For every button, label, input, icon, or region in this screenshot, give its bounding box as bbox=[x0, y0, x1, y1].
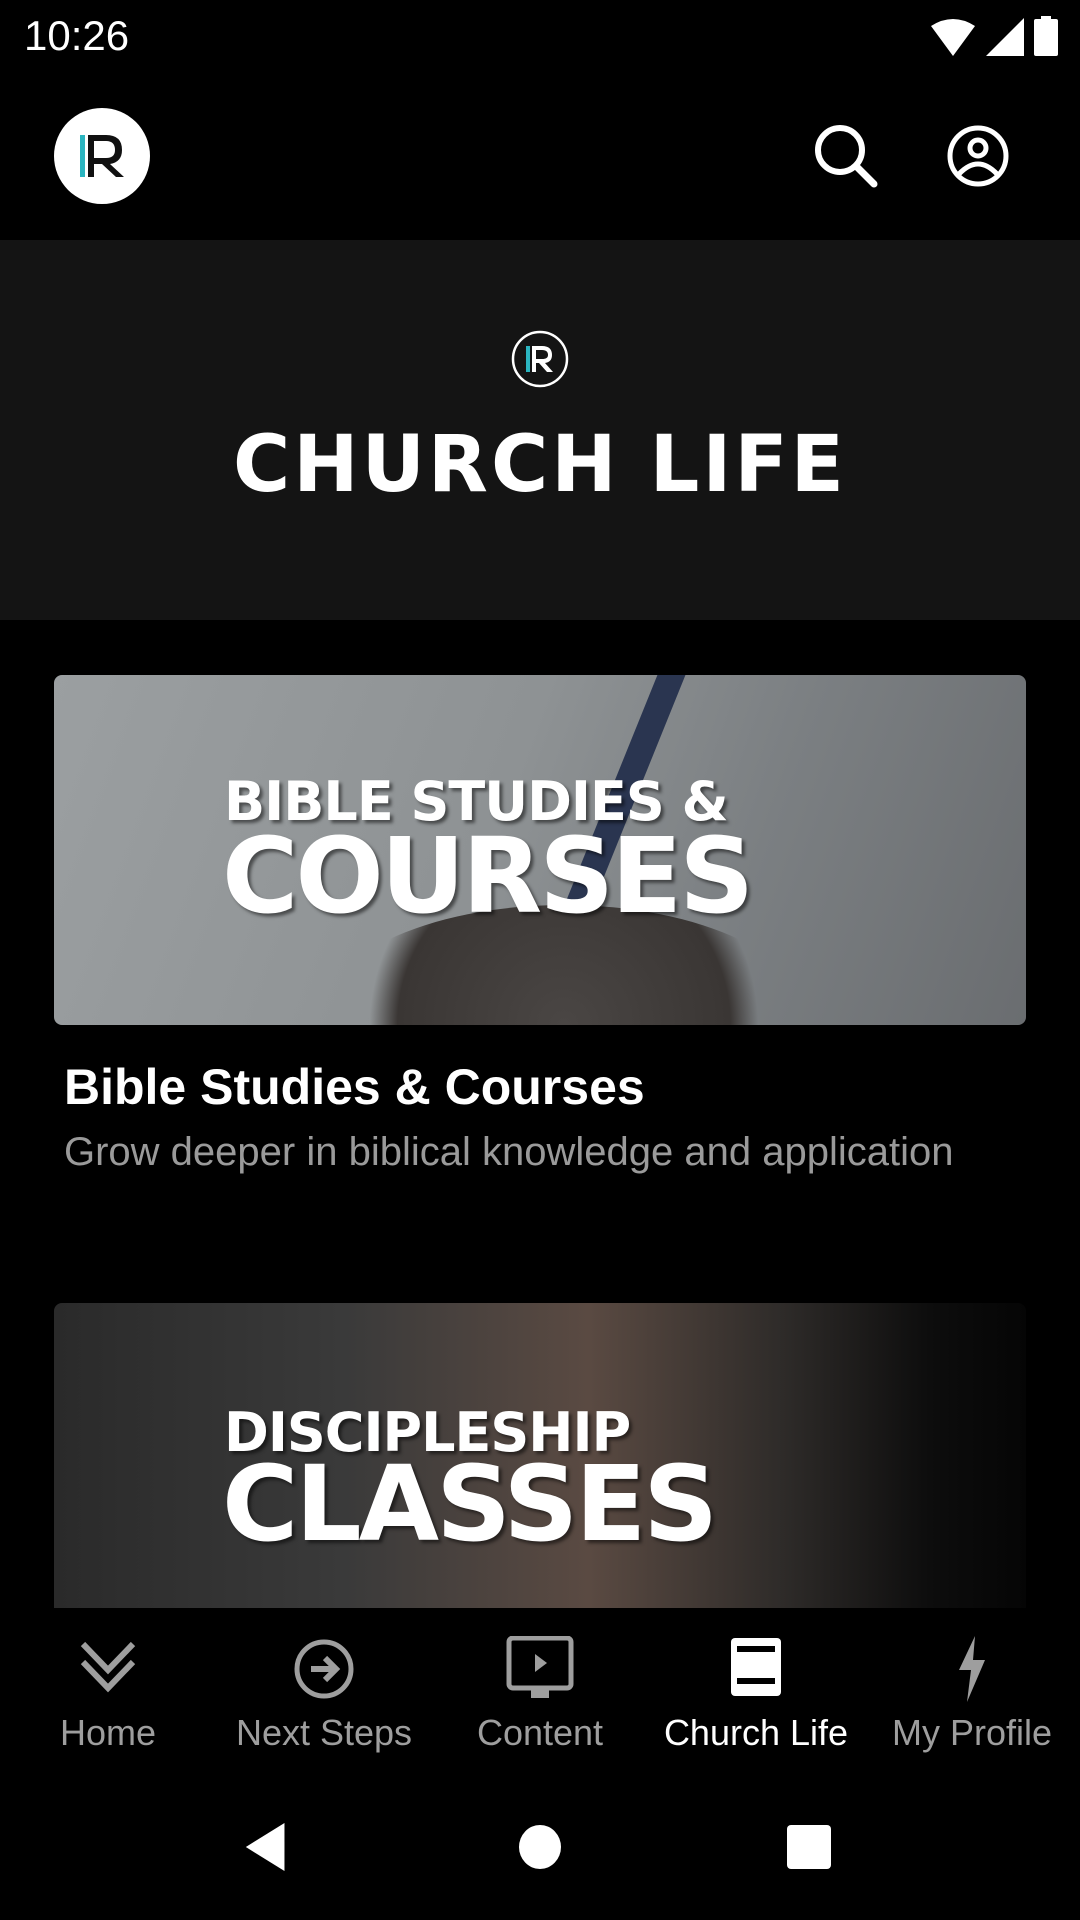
search-button[interactable] bbox=[812, 122, 880, 190]
status-bar: 10:26 bbox=[0, 0, 1080, 72]
app-bar bbox=[0, 72, 1080, 240]
page-title: CHURCH LIFE bbox=[233, 420, 847, 510]
bottom-navigation: Home Next Steps Content Church Life My P… bbox=[0, 1608, 1080, 1760]
bible-studies-card-image[interactable]: BIBLE STUDIES & COURSES bbox=[54, 675, 1026, 1025]
nav-church-life[interactable]: Church Life bbox=[648, 1608, 864, 1760]
church-logo[interactable] bbox=[54, 108, 150, 204]
account-icon bbox=[947, 125, 1009, 187]
nav-home[interactable]: Home bbox=[0, 1608, 216, 1760]
search-icon bbox=[815, 125, 878, 188]
signal-icon bbox=[986, 18, 1024, 56]
nav-label: Home bbox=[59, 1712, 157, 1753]
r-logo-icon bbox=[511, 330, 569, 388]
card-title[interactable]: Bible Studies & Courses bbox=[64, 1058, 645, 1116]
nav-label: Next Steps bbox=[235, 1712, 413, 1753]
system-navigation-bar bbox=[0, 1760, 1080, 1920]
home-circle-icon[interactable] bbox=[518, 1824, 562, 1870]
r-logo-icon bbox=[80, 135, 124, 177]
back-icon[interactable] bbox=[244, 1822, 290, 1872]
document-icon bbox=[731, 1638, 781, 1696]
status-time: 10:26 bbox=[24, 12, 130, 59]
nav-content[interactable]: Content bbox=[432, 1608, 648, 1760]
nav-label: Church Life bbox=[663, 1712, 849, 1753]
wifi-icon bbox=[931, 19, 975, 56]
arrow-circle-right-icon bbox=[294, 1639, 354, 1699]
tv-play-icon bbox=[506, 1636, 574, 1698]
lightning-icon bbox=[959, 1636, 985, 1702]
card-subtitle: Grow deeper in biblical knowledge and ap… bbox=[64, 1130, 954, 1174]
account-button[interactable] bbox=[944, 122, 1012, 190]
nav-label: My Profile bbox=[891, 1712, 1053, 1753]
card-image-line2: COURSES bbox=[222, 815, 754, 937]
hero-banner: CHURCH LIFE bbox=[0, 240, 1080, 620]
discipleship-card-image[interactable]: DISCIPLESHIP CLASSES bbox=[54, 1303, 1026, 1608]
card-image-line2: CLASSES bbox=[222, 1443, 718, 1565]
double-chevron-down-icon bbox=[80, 1641, 136, 1693]
nav-label: Content bbox=[476, 1712, 604, 1753]
nav-my-profile[interactable]: My Profile bbox=[864, 1608, 1080, 1760]
recents-square-icon[interactable] bbox=[786, 1824, 832, 1870]
nav-next-steps[interactable]: Next Steps bbox=[216, 1608, 432, 1760]
battery-icon bbox=[1034, 16, 1058, 56]
